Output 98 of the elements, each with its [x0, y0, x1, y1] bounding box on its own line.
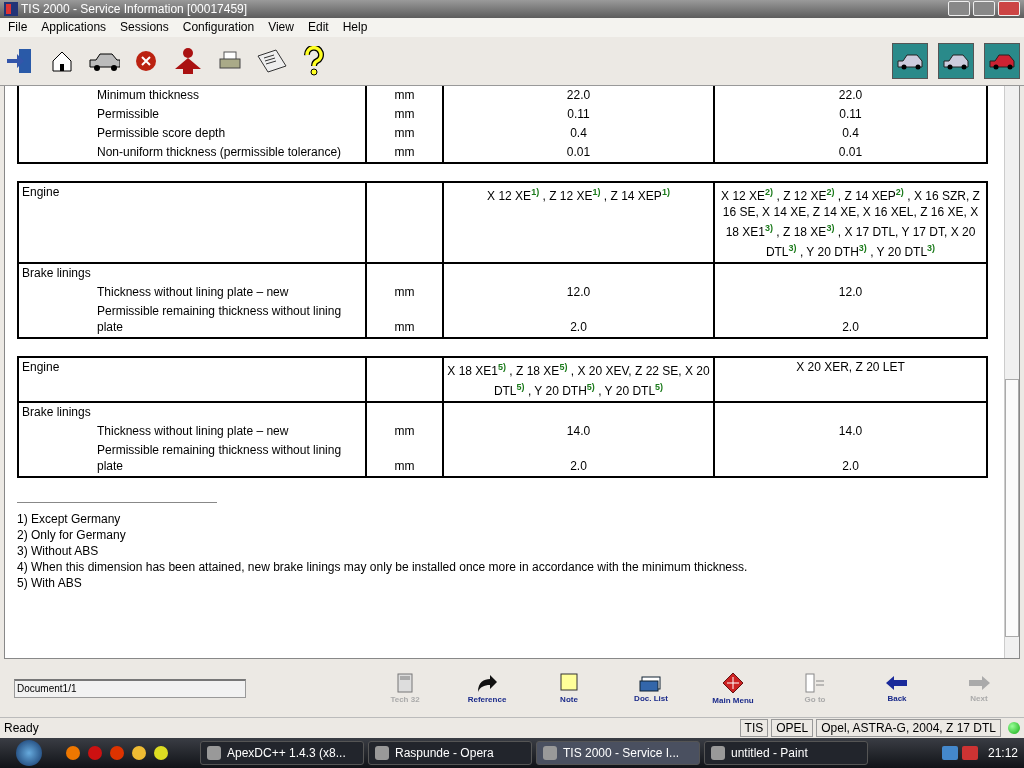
- value-cell: 0.4: [443, 123, 714, 143]
- parameter-cell: Permissible remaining thickness without lining plate: [18, 440, 366, 477]
- close-button[interactable]: [998, 1, 1020, 17]
- footnote: 2) Only for Germany: [17, 526, 127, 543]
- status-light-icon: [1008, 722, 1020, 735]
- menu-item[interactable]: Configuration: [182, 20, 255, 35]
- value-cell: 14.0: [714, 421, 987, 441]
- status-text: Ready: [4, 721, 40, 736]
- quick-launch-icon[interactable]: [154, 746, 168, 760]
- app-icon: [711, 746, 725, 760]
- unit-cell: mm: [366, 421, 443, 441]
- parameter-cell: Permissible remaining thickness without lining plate: [18, 301, 366, 338]
- taskbar-button[interactable]: untitled - Paint: [704, 741, 868, 765]
- nav-button[interactable]: Back: [856, 673, 938, 703]
- menu-item[interactable]: Sessions: [120, 20, 169, 35]
- taskbar-button[interactable]: TIS 2000 - Service I...: [536, 741, 700, 765]
- footnote: 3) Without ABS: [17, 542, 100, 559]
- unit-cell: mm: [366, 142, 443, 163]
- car-service-button[interactable]: [938, 42, 974, 79]
- calculator-icon: [397, 672, 413, 693]
- unit-cell: mm: [366, 440, 443, 477]
- status-field: Opel, ASTRA-G, 2004, Z 17 DTL: [816, 719, 1001, 738]
- value-cell: X 12 XE$^{1)}$ , Z 12 XE$^{1)}$ , Z 14 XEP$^{1)}$: [443, 181, 714, 263]
- value-cell: 14.0: [443, 421, 714, 441]
- menu-item[interactable]: File: [8, 20, 28, 35]
- page-icon: [804, 672, 826, 693]
- footnote: 4) When this dimension has been attained, new brake linings may only be installed once more in accordance with the minimum thickness.: [17, 558, 749, 575]
- unit-cell: mm: [366, 123, 443, 143]
- parameter-cell: Non-uniform thickness (permissible tolerance): [18, 142, 366, 163]
- nav-button[interactable]: Reference: [446, 672, 528, 704]
- app-icon: [207, 746, 221, 760]
- parameter-cell: Thickness without lining plate – new: [18, 282, 366, 302]
- value-cell: 22.0: [714, 85, 987, 105]
- value-cell: X 20 XER, Z 20 LET: [714, 356, 987, 402]
- network-icon[interactable]: [941, 746, 958, 760]
- status-field: TIS: [739, 719, 769, 738]
- car-icon: [942, 51, 970, 70]
- value-cell: 22.0: [443, 85, 714, 105]
- value-cell: 0.11: [714, 104, 987, 124]
- parameter-cell: Minimum thickness: [18, 85, 366, 105]
- unit-cell: mm: [366, 282, 443, 302]
- car-icon: [896, 51, 924, 70]
- value-cell: X 18 XE1$^{5)}$ , Z 18 XE$^{5)}$ , X 20 XEV, Z 22 SE, X 20 DTL$^{5)}$ , Y 20 DTH$^{5)}$ , Y 20 DTL$^{5)}$: [443, 356, 714, 402]
- note-icon: [560, 672, 578, 693]
- nav-button[interactable]: Doc. List: [610, 673, 692, 703]
- unit-cell: mm: [366, 301, 443, 338]
- car-button[interactable]: [984, 42, 1020, 79]
- app-icon: [543, 746, 557, 760]
- parameter-cell: Permissible: [18, 104, 366, 124]
- row-heading: Engine: [18, 181, 366, 263]
- value-cell: 2.0: [714, 440, 987, 477]
- maximize-button[interactable]: [973, 1, 995, 17]
- menu-item[interactable]: View: [268, 20, 294, 35]
- app-icon: [4, 2, 18, 16]
- status-field: OPEL: [771, 719, 814, 738]
- window-title: TIS 2000 - Service Information [00017459]: [21, 2, 249, 16]
- unit-cell: mm: [366, 85, 443, 105]
- minimize-button[interactable]: [948, 1, 970, 17]
- documents-icon: [639, 673, 663, 692]
- value-cell: 0.11: [443, 104, 714, 124]
- document-field[interactable]: Document1/1: [14, 678, 246, 698]
- value-cell: 0.01: [443, 142, 714, 163]
- car-list-button[interactable]: [892, 42, 928, 79]
- taskbar-button[interactable]: ApexDC++ 1.4.3 (x8...: [200, 741, 364, 765]
- value-cell: 12.0: [714, 282, 987, 302]
- tray-icon[interactable]: [961, 746, 978, 760]
- value-cell: 2.0: [443, 301, 714, 338]
- back-arrow-icon: [885, 673, 909, 692]
- parameter-cell: Permissible score depth: [18, 123, 366, 143]
- footnote: 1) Except Germany: [17, 510, 122, 527]
- diamond-icon: [722, 671, 744, 694]
- quick-launch-icon[interactable]: [66, 746, 80, 760]
- car-icon: [988, 51, 1016, 70]
- clock: 21:12: [987, 746, 1018, 760]
- curved-arrow-icon: [475, 672, 499, 693]
- value-cell: 0.01: [714, 142, 987, 163]
- taskbar-button[interactable]: Raspunde - Opera: [368, 741, 532, 765]
- value-cell: 0.4: [714, 123, 987, 143]
- forward-arrow-icon: [967, 673, 991, 692]
- quick-launch-icon[interactable]: [132, 746, 146, 760]
- row-heading: Brake linings: [18, 401, 366, 422]
- nav-button[interactable]: Note: [528, 672, 610, 704]
- value-cell: 2.0: [714, 301, 987, 338]
- menu-item[interactable]: Applications: [41, 20, 107, 35]
- parameter-cell: Thickness without lining plate – new: [18, 421, 366, 441]
- nav-button[interactable]: Main Menu: [692, 671, 774, 705]
- value-cell: X 12 XE$^{2)}$ , Z 12 XE$^{2)}$ , Z 14 XEP$^{2)}$ , X 16 SZR, Z 16 SE, X 14 XE, Z 14 XE, X 16 XEL, Z 16 XE, X 18 XE1$^{3)}$ , Z 18 XE$^{3)}$ , X 17 DTL, Y 17 DT, X 20 DTL$^{3)}$ , Y 20 DTH$^{3)}$ , Y 20 DTL$^{3)}$: [714, 181, 987, 263]
- menu-item[interactable]: Edit: [307, 20, 329, 35]
- value-cell: 2.0: [443, 440, 714, 477]
- footnote: 5) With ABS: [17, 574, 83, 591]
- app-icon: [375, 746, 389, 760]
- row-heading: Engine: [18, 356, 366, 402]
- unit-cell: mm: [366, 104, 443, 124]
- start-button[interactable]: [16, 740, 42, 766]
- scrollbar[interactable]: [1004, 85, 1019, 659]
- menu-item[interactable]: Help: [342, 20, 368, 35]
- value-cell: 12.0: [443, 282, 714, 302]
- row-heading: Brake linings: [18, 262, 366, 283]
